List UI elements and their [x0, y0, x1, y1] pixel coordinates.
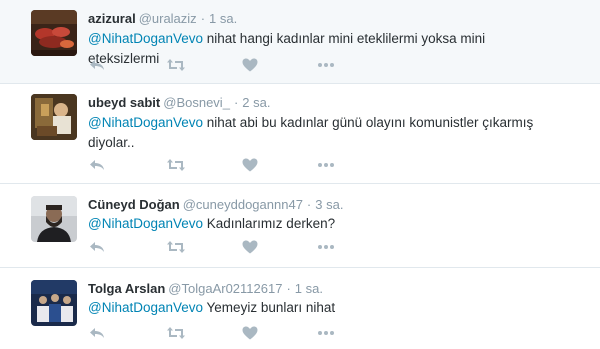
tweet-actions	[88, 56, 348, 74]
tweet-body: Yemeyiz bunları nihat	[203, 300, 336, 315]
tweet-username[interactable]: @uralaziz	[139, 11, 197, 26]
tweet-item: Tolga Arslan @TolgaAr02112617 · 1 sa. @Niha…	[0, 268, 600, 349]
tweet-reply-feed: azizural @uralaziz · 1 sa. @NihatDoganVevo …	[0, 0, 600, 349]
heart-icon[interactable]	[241, 238, 259, 256]
tweet-timestamp[interactable]: 1 sa.	[209, 11, 237, 26]
more-dots-icon[interactable]	[316, 56, 334, 74]
tweet-timestamp[interactable]: 2 sa.	[242, 95, 270, 110]
reply-icon[interactable]	[88, 56, 106, 74]
mention-link[interactable]: @NihatDoganVevo	[88, 216, 203, 231]
mention-link[interactable]: @NihatDoganVevo	[88, 31, 203, 46]
tweet-timestamp[interactable]: 3 sa.	[315, 197, 343, 212]
tweet-username[interactable]: @cuneyddogannn47	[183, 197, 303, 212]
tweet-item: Cüneyd Doğan @cuneyddogannn47 · 3 sa. @Niha…	[0, 184, 600, 268]
avatar[interactable]	[31, 280, 77, 326]
heart-icon[interactable]	[241, 56, 259, 74]
tweet-text: @NihatDoganVevo Yemeyiz bunları nihat	[88, 298, 558, 318]
heart-icon[interactable]	[241, 324, 259, 342]
tweet-header: ubeyd sabit @Bosnevi_ · 2 sa.	[88, 95, 270, 111]
tweet-text: @NihatDoganVevo Kadınlarımız derken?	[88, 214, 558, 234]
avatar[interactable]	[31, 94, 77, 140]
tweet-fullname[interactable]: Tolga Arslan	[88, 281, 165, 296]
more-dots-icon[interactable]	[316, 156, 334, 174]
avatar[interactable]	[31, 196, 77, 242]
mention-link[interactable]: @NihatDoganVevo	[88, 115, 203, 130]
tweet-header: Cüneyd Doğan @cuneyddogannn47 · 3 sa.	[88, 197, 343, 213]
heart-icon[interactable]	[241, 156, 259, 174]
tweet-item: azizural @uralaziz · 1 sa. @NihatDoganVevo …	[0, 0, 600, 84]
separator-dot: ·	[233, 95, 239, 110]
mention-link[interactable]: @NihatDoganVevo	[88, 300, 203, 315]
tweet-text: @NihatDoganVevo nihat abi bu kadınlar gü…	[88, 113, 548, 153]
reply-icon[interactable]	[88, 156, 106, 174]
retweet-icon[interactable]	[166, 156, 185, 174]
tweet-actions	[88, 156, 348, 174]
tweet-fullname[interactable]: azizural	[88, 11, 136, 26]
tweet-username[interactable]: @TolgaAr02112617	[168, 281, 282, 296]
tweet-timestamp[interactable]: 1 sa.	[295, 281, 323, 296]
reply-icon[interactable]	[88, 238, 106, 256]
more-dots-icon[interactable]	[316, 324, 334, 342]
tweet-fullname[interactable]: Cüneyd Doğan	[88, 197, 180, 212]
separator-dot: ·	[306, 197, 312, 212]
retweet-icon[interactable]	[166, 324, 185, 342]
tweet-actions	[88, 324, 348, 342]
retweet-icon[interactable]	[166, 56, 185, 74]
tweet-fullname[interactable]: ubeyd sabit	[88, 95, 160, 110]
tweet-body: Kadınlarımız derken?	[203, 216, 336, 231]
reply-icon[interactable]	[88, 324, 106, 342]
separator-dot: ·	[200, 11, 206, 26]
tweet-header: azizural @uralaziz · 1 sa.	[88, 11, 237, 27]
tweet-username[interactable]: @Bosnevi_	[163, 95, 230, 110]
separator-dot: ·	[286, 281, 291, 296]
tweet-header: Tolga Arslan @TolgaAr02112617 · 1 sa.	[88, 281, 323, 297]
avatar[interactable]	[31, 10, 77, 56]
tweet-item: ubeyd sabit @Bosnevi_ · 2 sa. @NihatDoganVe…	[0, 84, 600, 184]
retweet-icon[interactable]	[166, 238, 185, 256]
tweet-actions	[88, 238, 348, 256]
more-dots-icon[interactable]	[316, 238, 334, 256]
